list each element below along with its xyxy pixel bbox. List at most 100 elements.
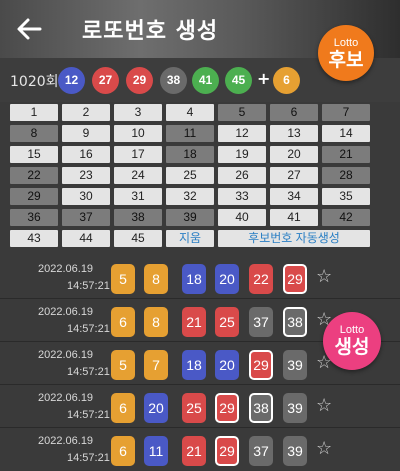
grid-number-27[interactable]: 27	[270, 167, 318, 184]
generated-number: 29	[283, 264, 307, 294]
grid-number-20[interactable]: 20	[270, 146, 318, 163]
grid-number-24[interactable]: 24	[114, 167, 162, 184]
generated-number: 6	[111, 393, 135, 423]
grid-number-35[interactable]: 35	[322, 188, 370, 205]
generated-number: 18	[182, 264, 206, 294]
back-arrow-icon[interactable]	[14, 14, 44, 44]
grid-number-34[interactable]: 34	[270, 188, 318, 205]
grid-number-8[interactable]: 8	[10, 125, 58, 142]
row-time: 14:57:21	[67, 452, 110, 464]
favorite-star-icon[interactable]: ☆	[316, 395, 332, 416]
grid-number-4[interactable]: 4	[166, 104, 214, 121]
grid-number-23[interactable]: 23	[62, 167, 110, 184]
generated-number: 11	[144, 436, 168, 466]
lotto-generate-button[interactable]: Lotto 생성	[323, 312, 381, 370]
generated-number: 22	[249, 264, 273, 294]
generated-number: 38	[249, 393, 273, 423]
grid-number-33[interactable]: 33	[218, 188, 266, 205]
grid-number-43[interactable]: 43	[10, 230, 58, 247]
grid-number-14[interactable]: 14	[322, 125, 370, 142]
grid-number-10[interactable]: 10	[114, 125, 162, 142]
grid-number-32[interactable]: 32	[166, 188, 214, 205]
grid-number-45[interactable]: 45	[114, 230, 162, 247]
generated-row: 2022.06.19 14:57:21 6 20 25 29 38 39 ☆	[0, 385, 400, 428]
grid-number-31[interactable]: 31	[114, 188, 162, 205]
grid-number-11[interactable]: 11	[166, 125, 214, 142]
grid-number-3[interactable]: 3	[114, 104, 162, 121]
candidate-badge-big: 후보	[328, 49, 364, 71]
grid-number-26[interactable]: 26	[218, 167, 266, 184]
round-ball-3: 29	[126, 67, 153, 94]
grid-number-21[interactable]: 21	[322, 146, 370, 163]
generated-number: 8	[144, 264, 168, 294]
round-label: 1020회	[10, 74, 59, 90]
grid-number-2[interactable]: 2	[62, 104, 110, 121]
generated-number: 37	[249, 436, 273, 466]
generated-number: 18	[182, 350, 206, 380]
grid-number-1[interactable]: 1	[10, 104, 58, 121]
generated-number: 6	[111, 436, 135, 466]
row-date: 2022.06.19	[38, 392, 94, 404]
grid-number-42[interactable]: 42	[322, 209, 370, 226]
grid-number-39[interactable]: 39	[166, 209, 214, 226]
grid-number-29[interactable]: 29	[10, 188, 58, 205]
grid-number-41[interactable]: 41	[270, 209, 318, 226]
lotto-candidate-button[interactable]: Lotto 후보	[318, 25, 374, 81]
grid-number-25[interactable]: 25	[166, 167, 214, 184]
generated-number: 37	[249, 307, 273, 337]
grid-number-40[interactable]: 40	[218, 209, 266, 226]
generated-number: 39	[283, 393, 307, 423]
favorite-star-icon[interactable]: ☆	[316, 266, 332, 287]
generated-number: 38	[283, 307, 307, 337]
auto-generate-button[interactable]: 후보번호 자동생성	[218, 230, 370, 247]
row-date: 2022.06.19	[38, 263, 94, 275]
grid-number-15[interactable]: 15	[10, 146, 58, 163]
row-date: 2022.06.19	[38, 349, 94, 361]
generated-number: 21	[182, 307, 206, 337]
grid-number-38[interactable]: 38	[114, 209, 162, 226]
grid-number-30[interactable]: 30	[62, 188, 110, 205]
grid-number-19[interactable]: 19	[218, 146, 266, 163]
generated-number: 5	[111, 350, 135, 380]
grid-number-16[interactable]: 16	[62, 146, 110, 163]
generated-number: 29	[215, 393, 239, 423]
grid-number-13[interactable]: 13	[270, 125, 318, 142]
row-time: 14:57:21	[67, 323, 110, 335]
round-ball-1: 12	[58, 67, 85, 94]
generate-badge-big: 생성	[334, 336, 370, 358]
grid-number-37[interactable]: 37	[62, 209, 110, 226]
grid-number-28[interactable]: 28	[322, 167, 370, 184]
grid-number-44[interactable]: 44	[62, 230, 110, 247]
grid-number-22[interactable]: 22	[10, 167, 58, 184]
generated-number: 39	[283, 350, 307, 380]
generated-number: 20	[215, 264, 239, 294]
generated-number: 25	[182, 393, 206, 423]
grid-number-36[interactable]: 36	[10, 209, 58, 226]
row-time: 14:57:21	[67, 409, 110, 421]
grid-number-17[interactable]: 17	[114, 146, 162, 163]
grid-number-18[interactable]: 18	[166, 146, 214, 163]
generated-number: 8	[144, 307, 168, 337]
candidate-badge-small: Lotto	[333, 37, 359, 49]
generated-row: 2022.06.19 14:57:21 5 8 18 20 22 29 ☆	[0, 256, 400, 299]
generated-number: 21	[182, 436, 206, 466]
favorite-star-icon[interactable]: ☆	[316, 438, 332, 459]
bonus-plus: +	[257, 69, 271, 88]
reset-button[interactable]: 지움	[166, 230, 214, 247]
grid-number-7[interactable]: 7	[322, 104, 370, 121]
grid-number-9[interactable]: 9	[62, 125, 110, 142]
grid-number-6[interactable]: 6	[270, 104, 318, 121]
round-bonus-ball: 6	[273, 67, 300, 94]
row-date: 2022.06.19	[38, 435, 94, 447]
generated-number: 29	[215, 436, 239, 466]
generated-number: 25	[215, 307, 239, 337]
round-ball-4: 38	[160, 67, 187, 94]
page-title: 로또번호 생성	[82, 19, 219, 44]
number-grid: 1 2 3 4 5 6 7 8 9 10 11 12 13 14 15 16 17 18 19 20 21 22 23 24 2…	[10, 104, 374, 256]
row-time: 14:57:21	[67, 280, 110, 292]
round-ball-6: 45	[225, 67, 252, 94]
grid-number-12[interactable]: 12	[218, 125, 266, 142]
generated-number: 29	[249, 350, 273, 380]
grid-number-5[interactable]: 5	[218, 104, 266, 121]
generated-number: 20	[215, 350, 239, 380]
